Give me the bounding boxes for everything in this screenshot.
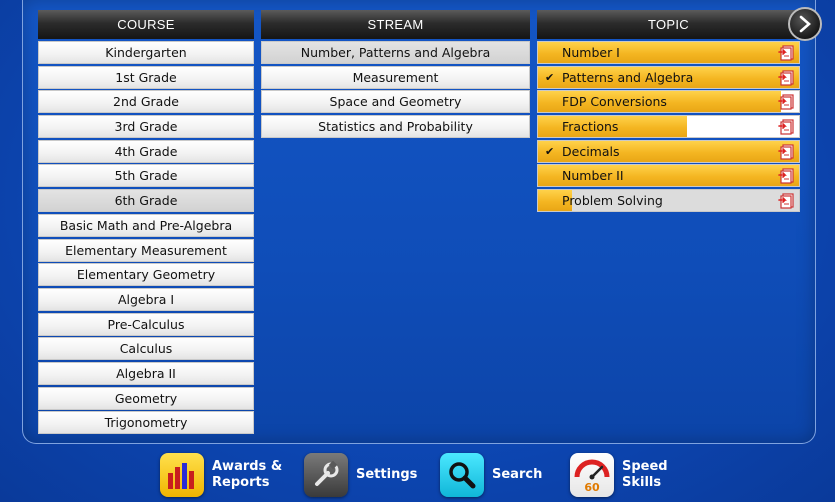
course-item-label: 2nd Grade: [113, 94, 179, 110]
worksheet-icon[interactable]: [777, 119, 795, 135]
course-item-label: Trigonometry: [104, 415, 188, 431]
bottom-toolbar: Awards & Reports Settings Search 60 Spee…: [0, 450, 835, 502]
course-item-label: Kindergarten: [105, 45, 187, 60]
course-header: COURSE: [38, 10, 254, 39]
next-arrow-button[interactable]: [788, 7, 822, 41]
course-item[interactable]: Pre-Calculus: [38, 312, 254, 336]
course-item[interactable]: 4th Grade: [38, 139, 254, 163]
course-item[interactable]: Basic Math and Pre-Algebra: [38, 213, 254, 237]
course-item[interactable]: Algebra I: [38, 287, 254, 311]
topic-item-label: FDP Conversions: [562, 94, 667, 110]
course-item-label: Elementary Measurement: [65, 242, 227, 258]
stream-item[interactable]: Space and Geometry: [261, 90, 530, 114]
course-item-label: 1st Grade: [115, 69, 177, 85]
course-column: COURSE Kindergarten 1st Grade 2nd Grade 3rd…: [38, 10, 254, 435]
stream-column: STREAM Number, Patterns and Algebra Measu…: [261, 10, 530, 139]
worksheet-icon[interactable]: [777, 144, 795, 160]
stream-item-label: Space and Geometry: [329, 94, 462, 110]
course-item[interactable]: Algebra II: [38, 361, 254, 385]
course-item-label: Basic Math and Pre-Algebra: [59, 217, 233, 233]
course-item-label: 3rd Grade: [114, 119, 178, 135]
course-item-label: Algebra II: [116, 365, 176, 381]
search-icon: [440, 453, 484, 497]
awards-reports-button[interactable]: Awards & Reports: [160, 453, 282, 497]
topic-item-label: Number I: [562, 45, 620, 60]
topic-item[interactable]: Number II: [537, 164, 800, 188]
course-item[interactable]: Elementary Measurement: [38, 238, 254, 262]
checkmark-icon: ✔: [545, 144, 555, 158]
topic-header: TOPIC: [537, 10, 800, 39]
course-item[interactable]: 5th Grade: [38, 164, 254, 188]
course-item-label: Pre-Calculus: [107, 316, 185, 332]
speedometer-icon: 60: [570, 453, 614, 497]
worksheet-icon[interactable]: [777, 193, 795, 209]
stream-item-label: Statistics and Probability: [318, 119, 473, 135]
worksheet-icon[interactable]: [777, 70, 795, 86]
topic-item[interactable]: Fractions: [537, 115, 800, 139]
topic-item[interactable]: Number I: [537, 41, 800, 64]
topic-column: TOPIC Number I ✔ Patterns and Algebra FDP C…: [537, 10, 800, 213]
course-item[interactable]: 1st Grade: [38, 65, 254, 89]
stream-item[interactable]: Statistics and Probability: [261, 115, 530, 139]
settings-label: Settings: [356, 467, 418, 482]
course-item-label: Geometry: [114, 390, 178, 406]
course-item[interactable]: Geometry: [38, 386, 254, 410]
stream-item[interactable]: Number, Patterns and Algebra: [261, 41, 530, 64]
checkmark-icon: ✔: [545, 70, 555, 84]
topic-item[interactable]: ✔ Decimals: [537, 139, 800, 163]
worksheet-icon[interactable]: [777, 45, 795, 61]
stream-header: STREAM: [261, 10, 530, 39]
topic-item-label: Problem Solving: [562, 193, 663, 209]
settings-button[interactable]: Settings: [304, 453, 417, 497]
course-item[interactable]: Trigonometry: [38, 411, 254, 435]
speed-skills-label: Speed Skills: [622, 459, 668, 490]
course-item[interactable]: Elementary Geometry: [38, 263, 254, 287]
topic-item-label: Decimals: [562, 143, 620, 159]
worksheet-icon[interactable]: [777, 168, 795, 185]
course-item[interactable]: Calculus: [38, 337, 254, 361]
topic-item-label: Patterns and Algebra: [562, 69, 694, 85]
speed-skills-button[interactable]: 60 Speed Skills: [570, 453, 668, 497]
search-button[interactable]: Search: [440, 453, 542, 497]
course-item-label: 6th Grade: [114, 193, 178, 209]
stream-item-label: Measurement: [352, 69, 439, 85]
topic-item[interactable]: Problem Solving: [537, 189, 800, 213]
topic-item[interactable]: FDP Conversions: [537, 90, 800, 114]
course-item[interactable]: 2nd Grade: [38, 90, 254, 114]
wrench-icon: [304, 453, 348, 497]
topic-item-label: Number II: [562, 168, 624, 184]
course-item-label: Algebra I: [117, 291, 175, 307]
chevron-right-icon: [799, 15, 811, 33]
topic-item[interactable]: ✔ Patterns and Algebra: [537, 65, 800, 89]
search-label: Search: [492, 467, 543, 482]
bar-chart-icon: [160, 453, 204, 497]
stream-item-label: Number, Patterns and Algebra: [300, 45, 491, 60]
course-item[interactable]: 6th Grade: [38, 189, 254, 213]
course-item-label: 5th Grade: [114, 168, 178, 184]
course-item-label: Calculus: [119, 341, 173, 357]
course-item-label: Elementary Geometry: [76, 267, 216, 283]
stream-item[interactable]: Measurement: [261, 65, 530, 89]
course-item[interactable]: 3rd Grade: [38, 115, 254, 139]
course-item[interactable]: Kindergarten: [38, 41, 254, 64]
course-item-label: 4th Grade: [114, 143, 178, 159]
topic-item-label: Fractions: [562, 119, 619, 135]
speed-number: 60: [584, 481, 600, 494]
awards-reports-label: Awards & Reports: [212, 459, 283, 490]
worksheet-icon[interactable]: [777, 94, 795, 110]
